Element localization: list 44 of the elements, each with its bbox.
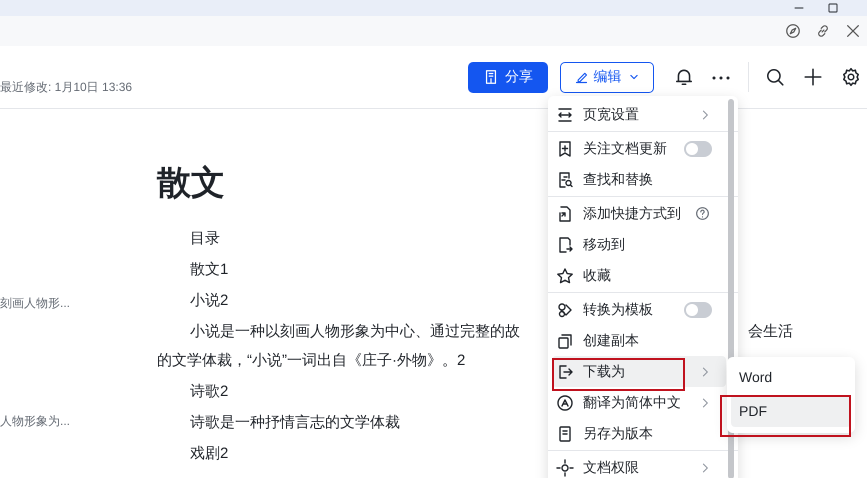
toggle-switch[interactable] xyxy=(684,302,712,318)
menu-item[interactable]: 另存为版本 xyxy=(552,418,726,449)
menu-item[interactable]: 创建副本 xyxy=(552,325,726,356)
copy-icon xyxy=(556,332,574,350)
menu-item[interactable]: 添加快捷方式到 xyxy=(552,198,726,229)
paragraph: 戏剧2 xyxy=(190,445,228,462)
compass-icon xyxy=(785,23,801,39)
paragraph: 目录 xyxy=(190,230,220,247)
menu-item[interactable]: 关注文档更新 xyxy=(552,133,726,164)
menu-item[interactable]: 下载为 xyxy=(552,356,726,387)
close-icon xyxy=(845,23,861,39)
menu-item[interactable]: 翻译为简体中文 xyxy=(552,387,726,418)
outline-item[interactable]: 刻画人物形... xyxy=(0,295,157,315)
translate-icon xyxy=(556,394,574,412)
menu-item[interactable]: 页宽设置 xyxy=(552,99,726,130)
menu-item[interactable]: PDF xyxy=(731,395,851,427)
star-icon xyxy=(556,266,574,284)
building-icon xyxy=(483,69,499,85)
template-icon xyxy=(556,300,574,318)
paragraph: 诗歌是一种抒情言志的文学体裁 xyxy=(190,414,400,431)
edit-button[interactable]: 编辑 xyxy=(560,62,654,92)
menu-item[interactable]: Word xyxy=(731,361,851,393)
document-title: 散文 xyxy=(157,163,225,203)
link-icon xyxy=(815,23,831,39)
paragraph-fragment: 会生活 xyxy=(748,322,793,342)
paragraph: 小说2 xyxy=(190,292,228,309)
more-icon[interactable] xyxy=(712,76,730,80)
paragraph: 散文1 xyxy=(190,261,228,278)
toggle-switch[interactable] xyxy=(684,140,712,156)
width-icon xyxy=(556,106,574,124)
paragraph: 的文学体裁，“小说”一词出自《庄子·外物》。2 xyxy=(157,352,466,369)
paragraph: 小说是一种以刻画人物形象为中心、通过完整的故 xyxy=(190,322,520,342)
menu-item[interactable]: 收藏 xyxy=(552,260,726,291)
share-button[interactable]: 分享 xyxy=(468,62,548,92)
menu-item[interactable]: 转换为模板 xyxy=(552,294,726,325)
maximize-icon xyxy=(827,2,839,14)
help-icon xyxy=(695,206,710,221)
menu-item[interactable]: 查找和替换 xyxy=(552,164,726,195)
menu-item[interactable]: 文档权限 xyxy=(552,452,726,478)
last-modified-text: 最近修改: 1月10日 13:36 xyxy=(0,78,132,96)
menu-item[interactable]: 移动到 xyxy=(552,229,726,260)
paragraph: 诗歌2 xyxy=(190,383,228,400)
pencil-icon xyxy=(574,70,588,84)
outline-item[interactable]: 人物形象为... xyxy=(0,413,157,433)
